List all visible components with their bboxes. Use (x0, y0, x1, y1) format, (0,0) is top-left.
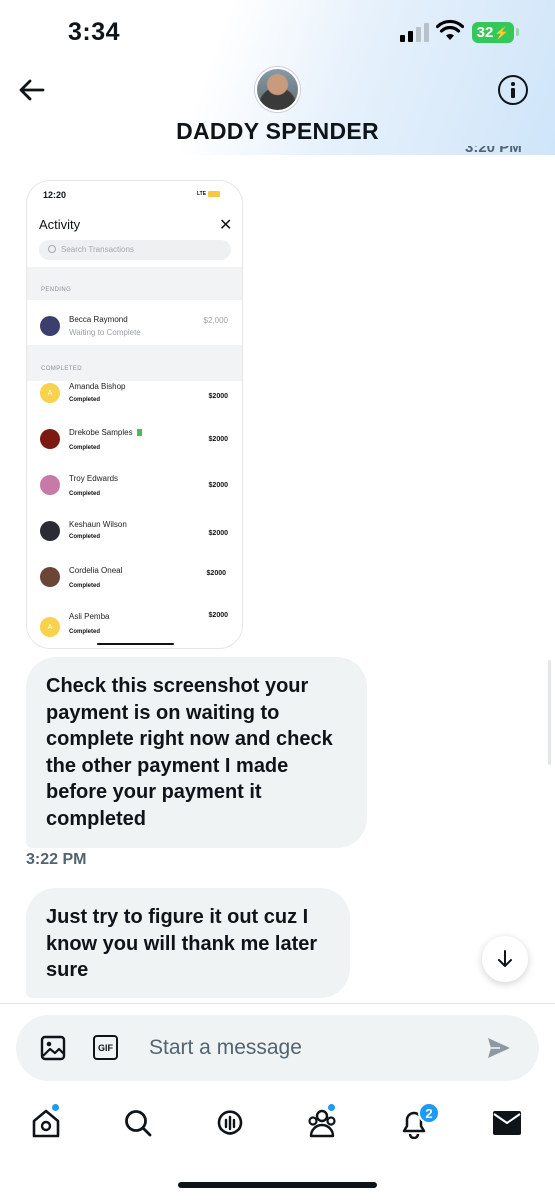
search-tab[interactable] (118, 1103, 158, 1143)
contact-name[interactable]: DADDY SPENDER (0, 118, 555, 145)
cellular-signal-icon (400, 23, 429, 42)
screenshot-row-amount: $2000 (208, 612, 228, 619)
screenshot-row-amount: $2000 (208, 482, 228, 489)
screenshot-row-amount: $2000 (206, 570, 226, 577)
search-icon (125, 1110, 152, 1137)
document-icon (136, 429, 142, 437)
send-icon[interactable] (486, 1035, 512, 1061)
screenshot-status-icons: LTE (197, 191, 221, 197)
communities-tab[interactable] (302, 1103, 342, 1143)
screenshot-row-status: Completed (69, 629, 101, 635)
home-icon (32, 1109, 60, 1138)
screenshot-row-name: Keshaun Wilson (69, 520, 127, 529)
message-bubble[interactable]: Check this screenshot your payment is on… (26, 657, 367, 848)
home-tab[interactable] (26, 1103, 66, 1143)
screenshot-close-icon: ✕ (219, 217, 233, 234)
screenshot-home-indicator (97, 643, 174, 645)
screenshot-completed-label: COMPLETED (41, 366, 82, 372)
screenshot-row-avatar: A (40, 383, 60, 403)
screenshot-row-name: Troy Edwards (69, 474, 119, 483)
screenshot-row-name: Drekobe Samples (69, 428, 142, 437)
screenshot-row-avatar (40, 429, 60, 449)
home-notification-dot (51, 1103, 60, 1112)
screenshot-pending-amount: $2,000 (203, 316, 228, 325)
screenshot-pending-status: Waiting to Complete (69, 328, 141, 337)
wifi-icon (436, 19, 464, 40)
screenshot-pending-row: Becca Raymond Waiting to Complete $2,000 (27, 312, 242, 352)
screenshot-row-status: Completed (69, 583, 101, 589)
scrollbar[interactable] (548, 660, 551, 765)
screenshot-pending-name: Becca Raymond (69, 315, 128, 324)
battery-level: 32 (476, 24, 494, 41)
screenshot-row-amount: $2000 (208, 436, 228, 443)
composer-divider (0, 1003, 555, 1004)
messages-tab[interactable] (487, 1103, 527, 1143)
image-icon[interactable] (40, 1035, 66, 1061)
screenshot-completed-row: Troy Edwards Completed $2000 (27, 471, 242, 511)
contact-avatar[interactable] (255, 67, 300, 112)
scroll-to-bottom-button[interactable] (482, 936, 528, 982)
shared-screenshot-image[interactable]: 12:20 LTE Activity ✕ Search Transactions… (26, 180, 243, 649)
screenshot-row-avatar (40, 521, 60, 541)
screenshot-row-amount: $2000 (208, 393, 228, 400)
message-bubble[interactable]: Just try to figure it out cuz I know you… (26, 888, 350, 998)
screenshot-row-status: Completed (69, 491, 101, 497)
previous-message-time: 3:20 PM (465, 146, 522, 156)
gif-icon[interactable]: GIF (93, 1035, 118, 1060)
arrow-down-icon (498, 950, 512, 967)
screenshot-battery-icon (208, 191, 221, 197)
screenshot-pending-avatar (40, 316, 60, 336)
back-arrow-icon[interactable] (16, 74, 48, 106)
screenshot-row-name: Cordelia Oneal (69, 566, 123, 575)
screenshot-title: Activity (39, 217, 81, 232)
screenshot-row-status: Completed (69, 534, 101, 540)
screenshot-completed-row: Drekobe Samples Completed $2000 (27, 425, 242, 465)
communities-icon (308, 1109, 336, 1138)
message-composer: GIF (16, 1015, 539, 1081)
screenshot-row-avatar: A (40, 617, 60, 637)
spaces-tab[interactable] (210, 1103, 250, 1143)
screenshot-row-status: Completed (69, 445, 101, 451)
battery-icon: 32 ⚡ (472, 22, 514, 43)
info-icon[interactable] (498, 75, 528, 105)
battery-tip (516, 28, 519, 36)
screenshot-row-avatar (40, 567, 60, 587)
home-indicator (178, 1182, 377, 1188)
screenshot-row-amount: $2000 (208, 530, 228, 537)
spaces-icon (217, 1110, 243, 1135)
screenshot-completed-row: A Amanda Bishop Completed $2000 (27, 379, 242, 419)
screenshot-row-avatar (40, 475, 60, 495)
screenshot-status-time: 12:20 (43, 190, 67, 200)
screenshot-row-name-text: Drekobe Samples (69, 428, 133, 437)
screenshot-row-name: Asli Pemba (69, 612, 110, 621)
message-input[interactable] (149, 1029, 469, 1067)
screenshot-row-status: Completed (69, 397, 101, 403)
message-timestamp: 3:22 PM (26, 851, 87, 868)
mail-icon (493, 1111, 521, 1135)
screenshot-pending-label: PENDING (41, 287, 72, 293)
screenshot-search: Search Transactions (39, 240, 231, 260)
screenshot-completed-row: Keshaun Wilson Completed $2000 (27, 517, 242, 557)
communities-notification-dot (327, 1103, 336, 1112)
screenshot-network: LTE (197, 191, 207, 197)
screenshot-row-name: Amanda Bishop (69, 382, 126, 391)
notifications-badge: 2 (418, 1102, 440, 1124)
conversation-header: 3:34 32 ⚡ DADDY SPENDER (0, 0, 555, 155)
screenshot-pending-section: Becca Raymond Waiting to Complete $2,000 (27, 300, 242, 345)
screenshot-completed-row: Cordelia Oneal Completed $2000 (27, 563, 242, 603)
screenshot-completed-section: A Amanda Bishop Completed $2000 Drekobe … (27, 379, 242, 648)
status-time: 3:34 (68, 18, 121, 46)
